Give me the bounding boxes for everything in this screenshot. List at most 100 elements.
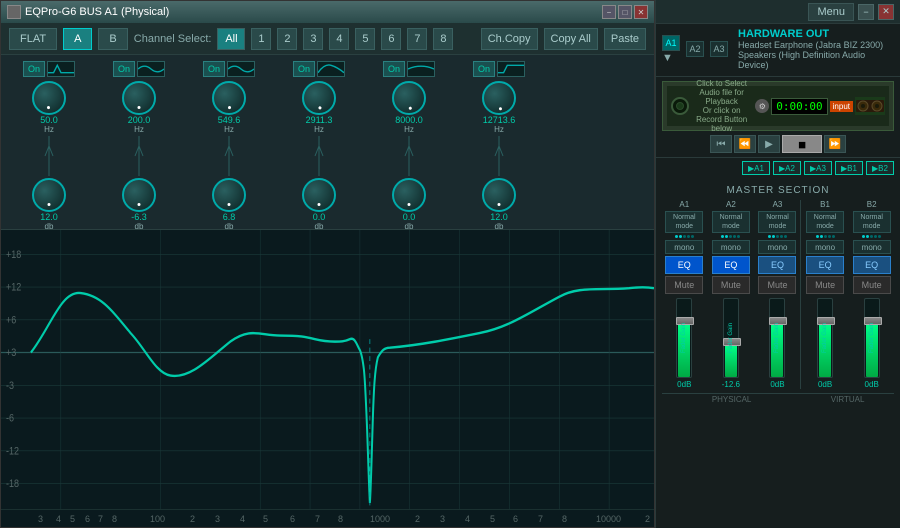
ab-b1-button[interactable]: ▶B1 xyxy=(835,161,863,175)
mute-button-A3[interactable]: Mute xyxy=(758,276,796,294)
dot2-A2 xyxy=(725,235,728,238)
window-title: EQPro-G6 BUS A1 (Physical) xyxy=(25,6,169,18)
gain-knob-3[interactable] xyxy=(212,178,246,212)
gain-knob-container-5: 0.0 db xyxy=(392,178,426,230)
eq-strip-button-B2[interactable]: EQ xyxy=(853,256,891,274)
fader-val-B1: 0dB xyxy=(818,380,832,389)
ch4-button[interactable]: 4 xyxy=(329,28,349,50)
eq-on-button-5[interactable]: On xyxy=(383,61,405,77)
fader-track-A3[interactable]: Fader Gain xyxy=(769,298,785,378)
freq-knob-5[interactable] xyxy=(392,81,426,115)
ch1-button[interactable]: 1 xyxy=(251,28,271,50)
ch8-button[interactable]: 8 xyxy=(433,28,453,50)
fwd-button[interactable]: ⏩ xyxy=(824,135,846,153)
ch7-button[interactable]: 7 xyxy=(407,28,427,50)
dots-row-B1 xyxy=(816,235,835,238)
eq-strip-button-A3[interactable]: EQ xyxy=(758,256,796,274)
dot3-A3 xyxy=(776,235,779,238)
eq-strip-button-A1[interactable]: EQ xyxy=(665,256,703,274)
preset-b-button[interactable]: B xyxy=(98,28,127,50)
app-icon xyxy=(7,5,21,19)
normal-mode-button-A3[interactable]: Normalmode xyxy=(758,211,796,233)
fader-handle-A2[interactable] xyxy=(723,338,741,346)
ch-copy-button[interactable]: Ch.Copy xyxy=(481,28,538,50)
fader-val-A2: -12.6 xyxy=(722,380,740,389)
hw-down-arrow[interactable]: ▼ xyxy=(662,52,680,64)
gain-knob-4[interactable] xyxy=(302,178,336,212)
filter-icon-3 xyxy=(227,61,255,77)
mono-button-A2[interactable]: mono xyxy=(712,240,750,254)
a3-ab-button[interactable]: A3 xyxy=(710,41,728,57)
fader-handle-B1[interactable] xyxy=(817,317,835,325)
eq-on-button-4[interactable]: On xyxy=(293,61,315,77)
ab-a3-button[interactable]: ▶A3 xyxy=(804,161,832,175)
mono-button-B1[interactable]: mono xyxy=(806,240,844,254)
a2-ab-button[interactable]: A2 xyxy=(686,41,704,57)
right-minimize-button[interactable]: − xyxy=(858,4,874,20)
eq-strip-button-B1[interactable]: EQ xyxy=(806,256,844,274)
stop-button[interactable]: ■ xyxy=(782,135,822,153)
fader-track-B2[interactable]: Fader Gain xyxy=(864,298,880,378)
gain-knob-5[interactable] xyxy=(392,178,426,212)
paste-button[interactable]: Paste xyxy=(604,28,646,50)
eq-on-button-2[interactable]: On xyxy=(113,61,135,77)
ch5-button[interactable]: 5 xyxy=(355,28,375,50)
eq-band-top-4: On xyxy=(293,61,345,77)
ch6-button[interactable]: 6 xyxy=(381,28,401,50)
a1-ab-button[interactable]: A1 xyxy=(662,35,680,51)
ab-b2-button[interactable]: ▶B2 xyxy=(866,161,894,175)
right-close-button[interactable]: ✕ xyxy=(878,4,894,20)
ch3-button[interactable]: 3 xyxy=(303,28,323,50)
filter-icon-2 xyxy=(137,61,165,77)
mute-button-B1[interactable]: Mute xyxy=(806,276,844,294)
eq-on-button-6[interactable]: On xyxy=(473,61,495,77)
mute-button-A1[interactable]: Mute xyxy=(665,276,703,294)
eq-band-top-1: On xyxy=(23,61,75,77)
mute-button-A2[interactable]: Mute xyxy=(712,276,750,294)
mono-button-B2[interactable]: mono xyxy=(853,240,891,254)
normal-mode-button-B1[interactable]: Normalmode xyxy=(806,211,844,233)
eq-strip-button-A2[interactable]: EQ xyxy=(712,256,750,274)
mono-button-A3[interactable]: mono xyxy=(758,240,796,254)
copy-all-button[interactable]: Copy All xyxy=(544,28,598,50)
mono-button-A1[interactable]: mono xyxy=(665,240,703,254)
close-button[interactable]: ✕ xyxy=(634,5,648,19)
gain-knob-2[interactable] xyxy=(122,178,156,212)
rew-button[interactable]: ⏮ xyxy=(710,135,732,153)
eq-on-button-1[interactable]: On xyxy=(23,61,45,77)
normal-mode-button-A2[interactable]: Normalmode xyxy=(712,211,750,233)
normal-mode-button-B2[interactable]: Normalmode xyxy=(853,211,891,233)
strip-label-B1: B1 xyxy=(820,200,830,209)
gain-knob-6[interactable] xyxy=(482,178,516,212)
gain-knob-1[interactable] xyxy=(32,178,66,212)
fader-handle-A3[interactable] xyxy=(769,317,787,325)
fader-handle-A1[interactable] xyxy=(676,317,694,325)
freq-unit-5: Hz xyxy=(404,125,414,134)
fader-track-A2[interactable]: Fader Gain xyxy=(723,298,739,378)
normal-mode-button-A1[interactable]: Normalmode xyxy=(665,211,703,233)
ab-a2-button[interactable]: ▶A2 xyxy=(773,161,801,175)
freq-knob-6[interactable] xyxy=(482,81,516,115)
preset-a-button[interactable]: A xyxy=(63,28,92,50)
minimize-button[interactable]: − xyxy=(602,5,616,19)
freq-knob-4[interactable] xyxy=(302,81,336,115)
flat-button[interactable]: FLAT xyxy=(9,28,57,50)
eq-on-button-3[interactable]: On xyxy=(203,61,225,77)
fader-handle-B2[interactable] xyxy=(864,317,882,325)
fader-track-B1[interactable]: Fader Gain xyxy=(817,298,833,378)
freq-knob-1[interactable] xyxy=(32,81,66,115)
maximize-button[interactable]: □ xyxy=(618,5,632,19)
channel-strip-B1: B1 Normalmode mono EQ Mute Fader Gain 0d… xyxy=(803,200,848,389)
play-button[interactable]: ▶ xyxy=(758,135,780,153)
mute-button-B2[interactable]: Mute xyxy=(853,276,891,294)
ch2-button[interactable]: 2 xyxy=(277,28,297,50)
freq-knob-3[interactable] xyxy=(212,81,246,115)
menu-button[interactable]: Menu xyxy=(808,3,854,21)
ab-a1-button[interactable]: ▶A1 xyxy=(742,161,770,175)
freq-knob-2[interactable] xyxy=(122,81,156,115)
prev-button[interactable]: ⏪ xyxy=(734,135,756,153)
dot4-A3 xyxy=(780,235,783,238)
fader-track-A1[interactable]: Fader Gain xyxy=(676,298,692,378)
ch-all-button[interactable]: All xyxy=(217,28,245,50)
eq-panel: EQPro-G6 BUS A1 (Physical) − □ ✕ FLAT A … xyxy=(0,0,655,528)
